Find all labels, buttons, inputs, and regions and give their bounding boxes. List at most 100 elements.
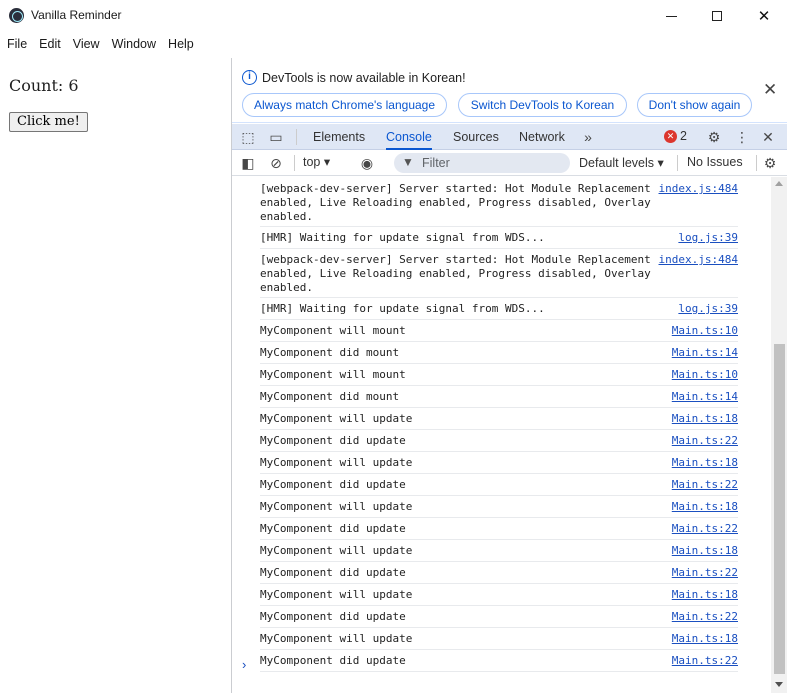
devtools-panel: i DevTools is now available in Korean! ✕… [231,58,787,693]
scroll-down-arrow-icon[interactable] [775,682,783,687]
app-content: Count: 6 Click me! [0,58,231,693]
match-chrome-language-button[interactable]: Always match Chrome's language [242,93,447,117]
toolbar-divider [756,155,757,171]
console-log-row: MyComponent will update Main.ts:18 [260,628,738,650]
console-log-row: MyComponent did mount Main.ts:14 [260,342,738,364]
log-source-link[interactable]: Main.ts:14 [672,346,738,360]
console-log-row: MyComponent will mount Main.ts:10 [260,364,738,386]
filter-box[interactable]: ▼ [394,153,570,173]
log-source-link[interactable]: Main.ts:18 [672,544,738,558]
log-message: MyComponent did update [260,478,406,491]
log-source-link[interactable]: Main.ts:22 [672,522,738,536]
menu-help[interactable]: Help [168,37,194,51]
log-message: MyComponent did update [260,566,406,579]
tab-network[interactable]: Network [519,124,565,150]
clear-console-icon[interactable]: ⊘ [267,154,285,172]
title-bar: Vanilla Reminder ✕ [0,0,787,32]
console-log-row: MyComponent did update Main.ts:22 [260,474,738,496]
tab-elements[interactable]: Elements [313,124,365,150]
live-expression-eye-icon[interactable]: ◉ [358,154,376,172]
log-source-link[interactable]: Main.ts:18 [672,588,738,602]
sidebar-toggle-icon[interactable]: ◧ [239,154,257,172]
log-source-link[interactable]: Main.ts:22 [672,610,738,624]
inspect-element-icon[interactable]: ⬚ [240,129,256,145]
console-log-row: [HMR] Waiting for update signal from WDS… [260,227,738,249]
issues-counter[interactable]: No Issues [687,155,743,169]
log-levels-label: Default levels [579,156,655,170]
log-source-link[interactable]: Main.ts:18 [672,412,738,426]
log-message: [webpack-dev-server] Server started: Hot… [260,253,658,294]
console-log-row: MyComponent will update Main.ts:18 [260,540,738,562]
devtools-tab-bar: ⬚ ▭ Elements Console Sources Network » ✕… [232,124,787,150]
error-icon[interactable]: ✕ [664,130,677,143]
device-toolbar-icon[interactable]: ▭ [268,129,284,145]
error-count[interactable]: 2 [680,129,687,143]
log-message: MyComponent did update [260,522,406,535]
menu-view[interactable]: View [73,37,100,51]
click-me-button[interactable]: Click me! [9,112,88,132]
console-log-row: MyComponent did update Main.ts:22 [260,650,738,672]
log-source-link[interactable]: Main.ts:18 [672,500,738,514]
settings-gear-icon[interactable]: ⚙ [706,129,722,145]
language-infobar: i DevTools is now available in Korean! ✕… [232,58,787,123]
log-source-link[interactable]: Main.ts:10 [672,324,738,338]
close-window-button[interactable]: ✕ [741,0,787,32]
infobar-message: DevTools is now available in Korean! [262,71,466,85]
console-log-row: MyComponent did update Main.ts:22 [260,430,738,452]
log-source-link[interactable]: Main.ts:22 [672,434,738,448]
dont-show-again-button[interactable]: Don't show again [637,93,752,117]
log-source-link[interactable]: log.js:39 [678,302,738,316]
menu-edit[interactable]: Edit [39,37,61,51]
log-message: MyComponent did update [260,654,406,667]
console-log-row: [HMR] Waiting for update signal from WDS… [260,298,738,320]
close-icon: ✕ [757,8,771,25]
console-log-row: MyComponent will update Main.ts:18 [260,408,738,430]
log-source-link[interactable]: Main.ts:14 [672,390,738,404]
console-log-row: [webpack-dev-server] Server started: Hot… [260,178,738,227]
context-selector[interactable]: top ▾ [303,154,330,169]
log-source-link[interactable]: index.js:484 [659,182,738,196]
maximize-icon [712,11,722,21]
tab-sources[interactable]: Sources [453,124,499,150]
toolbar-divider [294,155,295,171]
menu-bar: File Edit View Window Help [0,32,787,56]
log-source-link[interactable]: index.js:484 [659,253,738,267]
switch-to-korean-button[interactable]: Switch DevTools to Korean [458,93,627,117]
more-options-icon[interactable]: ⋮ [734,129,750,145]
log-message: [HMR] Waiting for update signal from WDS… [260,231,545,244]
info-icon: i [242,70,257,85]
log-message: [webpack-dev-server] Server started: Hot… [260,182,658,223]
menu-file[interactable]: File [7,37,27,51]
console-log-row: MyComponent did update Main.ts:22 [260,562,738,584]
window-title: Vanilla Reminder [31,8,122,22]
console-log-row: MyComponent will mount Main.ts:10 [260,320,738,342]
close-devtools-icon[interactable]: ✕ [760,129,776,145]
filter-funnel-icon: ▼ [402,155,414,169]
scrollbar-thumb[interactable] [774,344,785,674]
log-source-link[interactable]: Main.ts:22 [672,566,738,580]
tab-console[interactable]: Console [386,124,432,150]
console-prompt-icon[interactable]: › [242,657,246,672]
scroll-up-arrow-icon[interactable] [775,181,783,186]
console-scrollbar[interactable] [771,177,787,693]
more-tabs-icon[interactable]: » [580,129,596,145]
menu-window[interactable]: Window [112,37,156,51]
filter-input[interactable] [422,154,562,172]
log-source-link[interactable]: Main.ts:18 [672,632,738,646]
console-log-row: MyComponent will update Main.ts:18 [260,452,738,474]
electron-app-icon [9,8,24,23]
console-settings-gear-icon[interactable]: ⚙ [761,154,779,172]
log-message: [HMR] Waiting for update signal from WDS… [260,302,545,315]
log-message: MyComponent will mount [260,368,406,381]
maximize-button[interactable] [694,0,740,32]
log-source-link[interactable]: log.js:39 [678,231,738,245]
log-source-link[interactable]: Main.ts:18 [672,456,738,470]
console-output[interactable]: [webpack-dev-server] Server started: Hot… [232,177,787,693]
minimize-button[interactable] [648,0,694,32]
log-source-link[interactable]: Main.ts:22 [672,478,738,492]
log-source-link[interactable]: Main.ts:10 [672,368,738,382]
log-levels-dropdown[interactable]: Default levels ▾ [579,155,664,170]
log-message: MyComponent will update [260,456,413,469]
infobar-close-icon[interactable]: ✕ [763,80,777,100]
log-source-link[interactable]: Main.ts:22 [672,654,738,668]
